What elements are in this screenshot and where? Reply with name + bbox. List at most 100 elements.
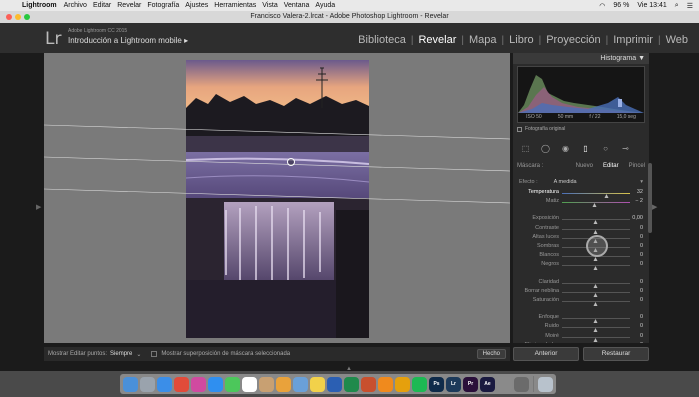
wifi-icon[interactable]: ◠ [599, 2, 605, 10]
panel-scrollbar[interactable] [648, 163, 652, 233]
spot-removal-icon[interactable]: ◯ [541, 144, 550, 153]
slider-value[interactable]: 0 [640, 279, 643, 285]
crop-icon[interactable]: ⬚ [521, 144, 530, 153]
reset-button[interactable]: Restaurar [583, 347, 649, 361]
dock-vlc-icon[interactable] [378, 376, 393, 392]
dock-preview-icon[interactable] [293, 376, 308, 392]
menu-vista[interactable]: Vista [262, 2, 283, 9]
slider-value[interactable]: 0 [640, 333, 643, 339]
mask-overlay-checkbox[interactable] [151, 351, 158, 357]
slider-track[interactable] [562, 327, 630, 333]
module-libro[interactable]: Libro [504, 34, 538, 46]
dock-appstore-icon[interactable] [208, 376, 223, 392]
dock-spotify-icon[interactable] [412, 376, 427, 392]
close-window-icon[interactable] [6, 14, 12, 20]
slider-value[interactable]: 0,00 [632, 215, 643, 221]
slider-track[interactable] [562, 265, 630, 271]
slider-thumb[interactable] [593, 266, 598, 271]
dock-lightroom-icon[interactable]: Lr [446, 376, 461, 392]
clock[interactable]: Vie 13:41 [637, 2, 666, 9]
slider-negros[interactable]: Negros 0 [517, 261, 645, 271]
slider-track[interactable] [562, 336, 630, 342]
radial-filter-icon[interactable]: ○ [601, 144, 610, 153]
menu-ayuda[interactable]: Ayuda [315, 2, 341, 9]
slider-track[interactable] [562, 219, 630, 225]
slider-value[interactable]: 0 [640, 323, 643, 329]
menu-app[interactable]: Lightroom [22, 2, 64, 9]
chevron-down-icon[interactable]: ▾ [640, 179, 643, 185]
menu-revelar[interactable]: Revelar [117, 2, 147, 9]
image-canvas[interactable] [44, 53, 510, 343]
slider-temperatura[interactable]: Temperatura 32 [517, 189, 645, 198]
slider-track[interactable] [562, 291, 630, 297]
dock-dictionary-icon[interactable] [514, 376, 529, 392]
menu-herramientas[interactable]: Herramientas [214, 2, 262, 9]
left-panel-toggle-icon[interactable]: ▶ [36, 203, 41, 211]
adjustment-brush-icon[interactable]: ⊸ [621, 144, 630, 153]
slider-moire[interactable]: Moiré 0 [517, 333, 645, 342]
search-icon[interactable]: ⌕ [675, 2, 679, 10]
slider-value[interactable]: 0 [640, 288, 643, 294]
dock-settings-icon[interactable] [497, 376, 512, 392]
histogram-header[interactable]: Histograma ▼ [513, 53, 649, 64]
slider-eliminar-halos[interactable]: Eliminar halos 0 [517, 342, 645, 343]
dock-word-icon[interactable] [327, 376, 342, 392]
module-biblioteca[interactable]: Biblioteca [353, 34, 411, 46]
slider-contraste[interactable]: Contraste 0 [517, 225, 645, 234]
slider-exposicion[interactable]: Exposición 0,00 [517, 215, 645, 225]
slider-track[interactable] [562, 193, 630, 198]
menu-archivo[interactable]: Archivo [64, 2, 93, 9]
chevron-down-icon[interactable]: ⌄ [136, 351, 141, 358]
dock-aftereffects-icon[interactable]: Ae [480, 376, 495, 392]
slider-track[interactable] [562, 318, 630, 324]
slider-track[interactable] [562, 202, 630, 208]
module-proyeccion[interactable]: Proyección [541, 34, 605, 46]
dock-itunes-icon[interactable] [191, 376, 206, 392]
menu-editar[interactable]: Editar [93, 2, 117, 9]
dock-plex-icon[interactable] [395, 376, 410, 392]
gradient-guide-lines[interactable] [44, 53, 510, 343]
dock-premiere-icon[interactable]: Pr [463, 376, 478, 392]
menu-ajustes[interactable]: Ajustes [185, 2, 214, 9]
catalog-title[interactable]: Introducción a Lightroom mobile ▸ [68, 36, 188, 45]
slider-value[interactable]: 0 [640, 252, 643, 258]
done-button[interactable]: Hecho [476, 349, 506, 359]
slider-blancos[interactable]: Blancos 0 [517, 252, 645, 262]
slider-value[interactable]: 0 [640, 234, 643, 240]
slider-altas-luces[interactable]: Altas luces 0 [517, 234, 645, 243]
slider-thumb[interactable] [592, 203, 597, 208]
slider-value[interactable]: − 2 [635, 198, 643, 204]
dock-calendar-icon[interactable] [242, 376, 257, 392]
slider-ruido[interactable]: Ruido 0 [517, 323, 645, 333]
dock-contacts-icon[interactable] [259, 376, 274, 392]
slider-track[interactable] [562, 228, 630, 234]
slider-borrar-neblina[interactable]: Borrar neblina 0 [517, 288, 645, 297]
slider-enfoque[interactable]: Enfoque 0 [517, 314, 645, 324]
battery-indicator[interactable]: 96 % [613, 2, 629, 9]
slider-value[interactable]: 0 [640, 342, 643, 343]
slider-value[interactable]: 0 [640, 314, 643, 320]
previous-button[interactable]: Anterior [513, 347, 579, 361]
histogram[interactable]: ISO 50 50 mm f / 22 15,0 seg [517, 66, 645, 123]
original-photo-toggle[interactable]: Fotografía original [517, 126, 565, 132]
module-web[interactable]: Web [661, 34, 693, 46]
dock-launchpad-icon[interactable] [140, 376, 155, 392]
original-photo-checkbox[interactable] [517, 126, 522, 132]
slider-value[interactable]: 32 [637, 189, 643, 195]
mask-edit[interactable]: Editar [603, 163, 619, 169]
dock-photos-icon[interactable] [276, 376, 291, 392]
slider-saturacion[interactable]: Saturación 0 [517, 297, 645, 306]
dock-safari-icon[interactable] [157, 376, 172, 392]
menu-ventana[interactable]: Ventana [284, 2, 316, 9]
module-imprimir[interactable]: Imprimir [608, 34, 658, 46]
dock-excel-icon[interactable] [344, 376, 359, 392]
dock-trash-icon[interactable] [538, 376, 553, 392]
dock-photoshop-icon[interactable]: Ps [429, 376, 444, 392]
slider-matiz[interactable]: Matiz − 2 [517, 198, 645, 208]
menu-fotografia[interactable]: Fotografía [147, 2, 185, 9]
module-revelar[interactable]: Revelar [413, 34, 461, 46]
edit-pin[interactable] [287, 158, 295, 166]
dock-messages-icon[interactable] [225, 376, 240, 392]
red-eye-icon[interactable]: ◉ [561, 144, 570, 153]
slider-value[interactable]: 0 [640, 297, 643, 303]
